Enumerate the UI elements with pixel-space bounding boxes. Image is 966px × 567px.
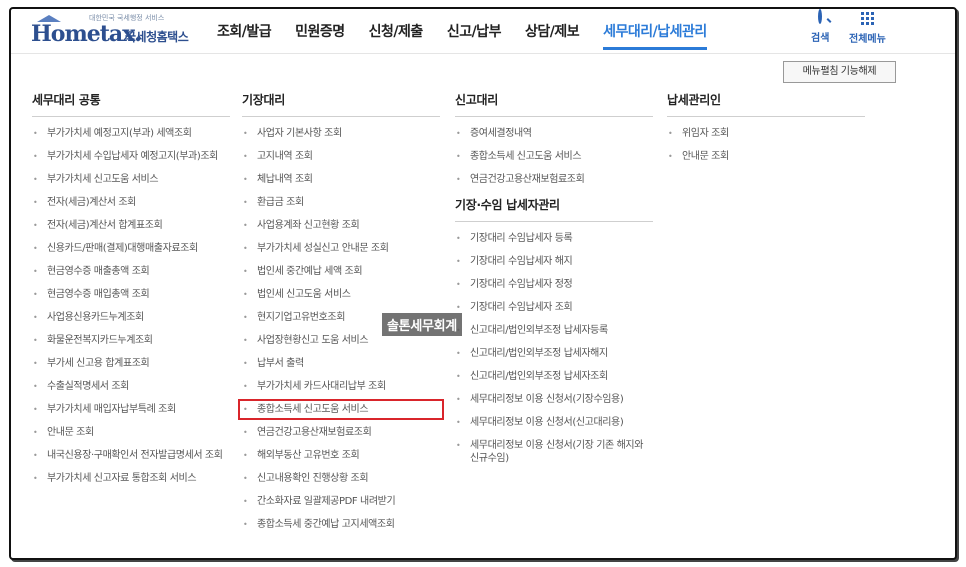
menu-item[interactable]: 부가가치세 수입납세자 예정고지(부과)조회 [32,150,230,163]
menu-item[interactable]: 법인세 중간예납 세액 조회 [242,265,440,278]
nav-item-inquiry[interactable]: 조회/발급 [217,21,272,50]
menu-item[interactable]: 부가가치세 카드사대리납부 조회 [242,380,440,393]
menu-item[interactable]: 내국신용장·구매확인서 전자발급명세서 조회 [32,449,230,462]
menu-item[interactable]: 부가가치세 예정고지(부과) 세액조회 [32,127,230,140]
column-title: 세무대리 공통 [32,91,230,117]
menu-item[interactable]: 신고내용확인 진행상황 조회 [242,472,440,485]
menu-item[interactable]: 부가가치세 신고도움 서비스 [32,173,230,186]
column-title: 신고대리 [455,91,653,117]
menu-column-filing-agent: 신고대리 증여세결정내역 종합소득세 신고도움 서비스 연금건강고용산재보험료조… [455,91,653,475]
menu-item[interactable]: 해외부동산 고유번호 조회 [242,449,440,462]
menu-item[interactable]: 종합소득세 신고도움 서비스 [455,150,653,163]
menu-item[interactable]: 안내문 조회 [32,426,230,439]
menu-item[interactable]: 화물운전복지카드누계조회 [32,334,230,347]
menu-item[interactable]: 기장대리 수임납세자 정정 [455,278,653,291]
menu-item[interactable]: 신고대리/법인외부조정 납세자해지 [455,347,653,360]
menu-item[interactable]: 위임자 조회 [667,127,865,140]
menu-item[interactable]: 현금영수증 매출총액 조회 [32,265,230,278]
search-icon [811,9,829,27]
menu-item[interactable]: 체납내역 조회 [242,173,440,186]
nav-item-application[interactable]: 신청/제출 [369,21,424,50]
nav-item-consult-report[interactable]: 상담/제보 [525,21,580,50]
logo-brand-kr: 국세청홈택스 [125,30,189,44]
menu-item[interactable]: 전자(세금)계산서 조회 [32,196,230,209]
menu-item[interactable]: 기장대리 수임납세자 등록 [455,232,653,245]
main-nav: 조회/발급 민원증명 신청/제출 신고/납부 상담/제보 세무대리/납세관리 [217,21,731,50]
column-title: 기장대리 [242,91,440,117]
menu-column-common: 세무대리 공통 부가가치세 예정고지(부과) 세액조회 부가가치세 수입납세자 … [32,91,230,495]
column-title: 납세관리인 [667,91,865,117]
menu-item[interactable]: 증여세결정내역 [455,127,653,140]
menu-item[interactable]: 세무대리정보 이용 신청서(기장수임용) [455,393,653,406]
menu-item[interactable]: 세무대리정보 이용 신청서(기장 기존 해지와 신규수임) [455,439,653,465]
nav-item-certificates[interactable]: 민원증명 [295,21,345,50]
menu-unfold-toggle-button[interactable]: 메뉴펼침 기능해제 [783,61,896,83]
menu-item[interactable]: 현금영수증 매입총액 조회 [32,288,230,301]
menu-item[interactable]: 기장대리 수임납세자 조회 [455,301,653,314]
menu-item[interactable]: 환급금 조회 [242,196,440,209]
menu-item[interactable]: 기장대리 수임납세자 해지 [455,255,653,268]
menu-item[interactable]: 납부서 출력 [242,357,440,370]
all-menu-label: 전체메뉴 [849,34,886,45]
menu-item[interactable]: 전자(세금)계산서 합계표조회 [32,219,230,232]
menu-item[interactable]: 부가세 신고용 합계표조회 [32,357,230,370]
menu-item[interactable]: 간소화자료 일괄제공PDF 내려받기 [242,495,440,508]
menu-item[interactable]: 법인세 신고도움 서비스 [242,288,440,301]
menu-item[interactable]: 수출실적명세서 조회 [32,380,230,393]
site-header: 대한민국 국세행정 서비스 Hometax. 국세청홈택스 조회/발급 민원증명… [11,9,955,54]
watermark-label: 솔톤세무회계 [382,313,462,336]
menu-item[interactable]: 사업용신용카드누계조회 [32,311,230,324]
browser-frame: 대한민국 국세행정 서비스 Hometax. 국세청홈택스 조회/발급 민원증명… [9,7,957,560]
menu-item[interactable]: 사업용계좌 신고현황 조회 [242,219,440,232]
nav-item-filing-payment[interactable]: 신고/납부 [447,21,502,50]
column-subtitle: 기장·수임 납세자관리 [455,196,653,222]
menu-item[interactable]: 종합소득세 중간예납 고지세액조회 [242,518,440,531]
menu-item[interactable]: 신고대리/법인외부조정 납세자조회 [455,370,653,383]
menu-item[interactable]: 세무대리정보 이용 신청서(신고대리용) [455,416,653,429]
menu-item[interactable]: 부가가치세 성실신고 안내문 조회 [242,242,440,255]
search-label: 검색 [811,33,830,44]
hometax-logo[interactable]: 대한민국 국세행정 서비스 Hometax. 국세청홈택스 [31,13,201,49]
menu-item[interactable]: 안내문 조회 [667,150,865,163]
menu-item[interactable]: 부가가치세 매입자납부특례 조회 [32,403,230,416]
menu-item-highlighted[interactable]: 종합소득세 신고도움 서비스 [238,399,444,420]
grid-menu-icon [849,12,886,28]
search-button[interactable]: 검색 [811,9,830,44]
menu-item[interactable]: 신용카드/판매(결제)대행매출자료조회 [32,242,230,255]
menu-item[interactable]: 사업자 기본사항 조회 [242,127,440,140]
menu-item[interactable]: 부가가치세 신고자료 통합조회 서비스 [32,472,230,485]
menu-item[interactable]: 연금건강고용산재보험료조회 [242,426,440,439]
menu-item[interactable]: 신고대리/법인외부조정 납세자등록 [455,324,653,337]
nav-item-tax-agent[interactable]: 세무대리/납세관리 [603,21,707,50]
menu-column-tax-manager: 납세관리인 위임자 조회 안내문 조회 [667,91,865,173]
menu-item[interactable]: 연금건강고용산재보험료조회 [455,173,653,186]
menu-item[interactable]: 고지내역 조회 [242,150,440,163]
all-menu-button[interactable]: 전체메뉴 [849,11,886,45]
